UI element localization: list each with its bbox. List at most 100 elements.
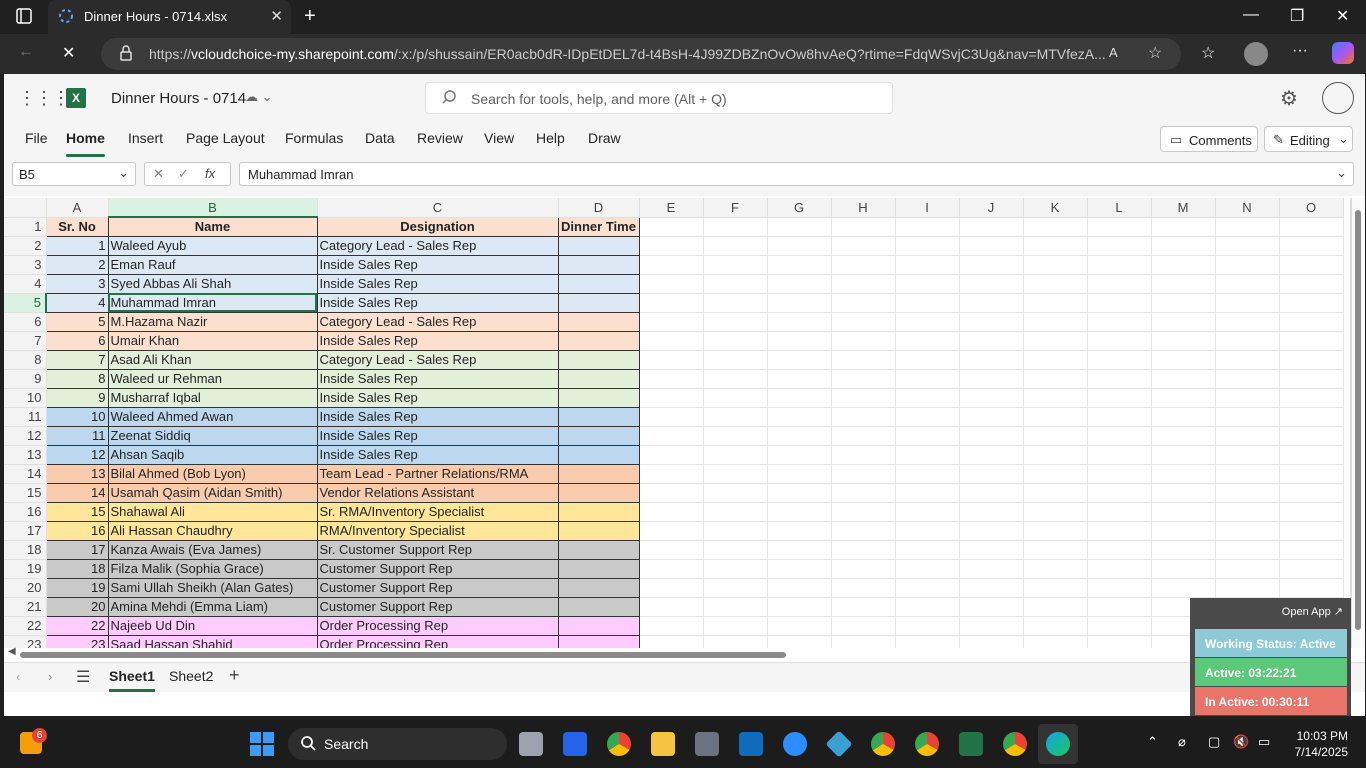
cell-d5[interactable]: [557, 292, 640, 313]
cell-g11[interactable]: [767, 407, 832, 427]
clock-time[interactable]: 10:03 PM: [1296, 729, 1348, 743]
cell-l20[interactable]: [1087, 578, 1152, 598]
cell-h21[interactable]: [831, 597, 896, 617]
new-tab-icon[interactable]: +: [304, 5, 316, 28]
cell-i21[interactable]: [895, 597, 960, 617]
cell-h12[interactable]: [831, 426, 896, 446]
cell-j20[interactable]: [959, 578, 1024, 598]
cell-m17[interactable]: [1151, 521, 1216, 541]
column-header-i[interactable]: I: [895, 198, 960, 218]
cell-f18[interactable]: [703, 540, 768, 560]
cell-o19[interactable]: [1279, 559, 1344, 579]
cell-i14[interactable]: [895, 464, 960, 484]
cell-n9[interactable]: [1215, 369, 1280, 389]
cell-c18[interactable]: Sr. Customer Support Rep: [316, 539, 559, 560]
cell-c22[interactable]: Order Processing Rep: [316, 615, 559, 636]
cell-f7[interactable]: [703, 331, 768, 351]
row-header[interactable]: 8: [4, 350, 47, 370]
cell-d14[interactable]: [557, 463, 640, 484]
row-header[interactable]: 9: [4, 369, 47, 389]
all-sheets-menu-icon[interactable]: ☰: [76, 667, 90, 687]
cell-o12[interactable]: [1279, 426, 1344, 446]
cell-h14[interactable]: [831, 464, 896, 484]
column-header-m[interactable]: M: [1151, 198, 1216, 218]
show-hidden-icons-chevron-icon[interactable]: ⌃: [1147, 734, 1158, 750]
cell-k16[interactable]: [1023, 502, 1088, 522]
cell-e16[interactable]: [639, 502, 704, 522]
cell-b13[interactable]: Ahsan Saqib: [107, 444, 318, 465]
tab-page-layout[interactable]: Page Layout: [186, 130, 265, 146]
cell-l2[interactable]: [1087, 236, 1152, 256]
cell-j2[interactable]: [959, 236, 1024, 256]
cell-k1[interactable]: [1023, 217, 1088, 237]
previous-sheet-icon[interactable]: ‹: [16, 669, 20, 684]
cell-n20[interactable]: [1215, 578, 1280, 598]
cell-k22[interactable]: [1023, 616, 1088, 636]
cell-f9[interactable]: [703, 369, 768, 389]
cell-c14[interactable]: Team Lead - Partner Relations/RMA: [316, 463, 559, 484]
cell-j18[interactable]: [959, 540, 1024, 560]
cell-d17[interactable]: [557, 520, 640, 541]
cell-k9[interactable]: [1023, 369, 1088, 389]
cell-j19[interactable]: [959, 559, 1024, 579]
cell-k13[interactable]: [1023, 445, 1088, 465]
cell-e13[interactable]: [639, 445, 704, 465]
cell-l21[interactable]: [1087, 597, 1152, 617]
cell-h11[interactable]: [831, 407, 896, 427]
excel-taskbar-icon[interactable]: [959, 732, 983, 756]
cell-a4[interactable]: 3: [45, 273, 109, 294]
cell-g18[interactable]: [767, 540, 832, 560]
cell-d6[interactable]: [557, 311, 640, 332]
cell-i16[interactable]: [895, 502, 960, 522]
cell-n3[interactable]: [1215, 255, 1280, 275]
row-header[interactable]: 15: [4, 483, 47, 503]
cell-b1[interactable]: Name: [107, 216, 318, 237]
cell-d1[interactable]: Dinner Time: [557, 216, 640, 237]
cell-h22[interactable]: [831, 616, 896, 636]
column-header-c[interactable]: C: [317, 198, 559, 218]
close-window-icon[interactable]: ✕: [1336, 6, 1349, 26]
cell-f2[interactable]: [703, 236, 768, 256]
column-header-a[interactable]: A: [46, 198, 109, 218]
cell-e18[interactable]: [639, 540, 704, 560]
task-view-icon[interactable]: [519, 732, 543, 756]
volume-muted-icon[interactable]: 🔇: [1233, 734, 1249, 750]
cell-g22[interactable]: [767, 616, 832, 636]
cell-e20[interactable]: [639, 578, 704, 598]
cell-c17[interactable]: RMA/Inventory Specialist: [316, 520, 559, 541]
cell-c16[interactable]: Sr. RMA/Inventory Specialist: [316, 501, 559, 522]
cell-k3[interactable]: [1023, 255, 1088, 275]
row-header[interactable]: 20: [4, 578, 47, 598]
cell-d16[interactable]: [557, 501, 640, 522]
address-bar[interactable]: https://vcloudchoice-my.sharepoint.com/:…: [101, 38, 1181, 70]
cell-l10[interactable]: [1087, 388, 1152, 408]
chrome-profile-3-icon[interactable]: [1003, 732, 1027, 756]
cell-f10[interactable]: [703, 388, 768, 408]
cell-n4[interactable]: [1215, 274, 1280, 294]
copilot-icon[interactable]: [1332, 42, 1354, 64]
cell-b7[interactable]: Umair Khan: [107, 330, 318, 351]
cell-o6[interactable]: [1279, 312, 1344, 332]
cell-h20[interactable]: [831, 578, 896, 598]
cell-i8[interactable]: [895, 350, 960, 370]
row-header[interactable]: 10: [4, 388, 47, 408]
cell-c2[interactable]: Category Lead - Sales Rep: [316, 235, 559, 256]
cell-k6[interactable]: [1023, 312, 1088, 332]
cell-j10[interactable]: [959, 388, 1024, 408]
cell-i11[interactable]: [895, 407, 960, 427]
cell-o20[interactable]: [1279, 578, 1344, 598]
cell-o15[interactable]: [1279, 483, 1344, 503]
store-icon[interactable]: [563, 732, 587, 756]
cell-n13[interactable]: [1215, 445, 1280, 465]
row-header[interactable]: 1: [4, 217, 47, 237]
tab-home[interactable]: Home: [66, 130, 105, 157]
cell-o9[interactable]: [1279, 369, 1344, 389]
maximize-icon[interactable]: ❐: [1290, 6, 1304, 26]
cell-l13[interactable]: [1087, 445, 1152, 465]
cell-h1[interactable]: [831, 217, 896, 237]
cell-d10[interactable]: [557, 387, 640, 408]
cell-c21[interactable]: Customer Support Rep: [316, 596, 559, 617]
taskbar-search[interactable]: Search: [288, 728, 507, 760]
cell-b18[interactable]: Kanza Awais (Eva James): [107, 539, 318, 560]
cell-e9[interactable]: [639, 369, 704, 389]
